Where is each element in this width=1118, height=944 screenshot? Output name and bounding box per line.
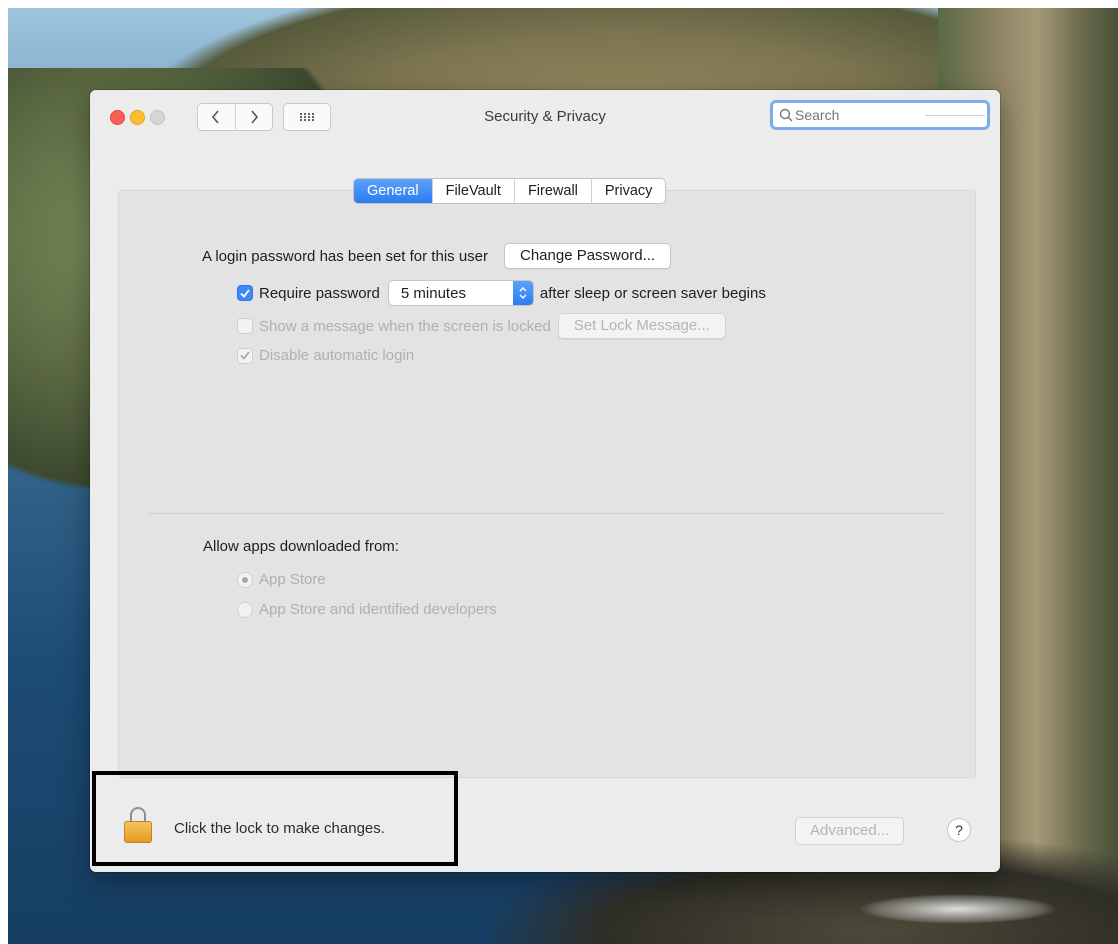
app-store-radio[interactable] [237, 571, 253, 588]
allow-apps-heading: Allow apps downloaded from: [203, 538, 399, 555]
app-store-label: App Store [259, 571, 326, 588]
password-interval-value: 5 minutes [400, 284, 466, 302]
tab-bar: General FileVault Firewall Privacy [353, 178, 667, 204]
popup-arrows-icon [512, 281, 533, 305]
tab-general[interactable]: General [354, 179, 432, 203]
checkmark-icon [240, 288, 250, 298]
tab-filevault[interactable]: FileVault [431, 179, 514, 203]
title-bar: Security & Privacy [90, 90, 1000, 142]
wallpaper-surf [858, 894, 1058, 924]
disable-auto-login-row: Disable automatic login [237, 347, 414, 364]
search-field[interactable] [770, 100, 990, 130]
advanced-button[interactable]: Advanced... [795, 817, 905, 845]
security-privacy-window: Security & Privacy General FileVault Fir… [90, 90, 1000, 872]
allow-app-store-row: App Store [237, 571, 326, 588]
tab-privacy[interactable]: Privacy [590, 179, 666, 203]
general-panel: A login password has been set for this u… [118, 190, 976, 778]
help-button[interactable]: ? [947, 818, 971, 842]
search-field-divider [925, 114, 985, 116]
disable-auto-login-checkbox[interactable] [237, 347, 253, 364]
require-password-label: Require password [259, 284, 380, 302]
require-password-suffix: after sleep or screen saver begins [539, 284, 766, 302]
highlight-rectangle [92, 771, 458, 866]
radio-selected-dot [242, 576, 248, 583]
search-input[interactable] [793, 107, 915, 123]
password-interval-popup[interactable]: 5 minutes [387, 280, 534, 306]
show-message-checkbox[interactable] [237, 318, 253, 334]
login-password-row: A login password has been set for this u… [202, 243, 672, 269]
allow-identified-row: App Store and identified developers [237, 601, 497, 618]
set-lock-message-button[interactable]: Set Lock Message... [557, 313, 726, 339]
allow-apps-heading-text: Allow apps downloaded from: [203, 538, 399, 555]
show-message-label: Show a message when the screen is locked [259, 317, 551, 335]
checkmark-icon [240, 351, 250, 360]
disable-auto-login-label: Disable automatic login [259, 347, 415, 364]
tab-firewall[interactable]: Firewall [513, 179, 591, 203]
identified-developers-radio[interactable] [237, 601, 253, 618]
require-password-row: Require password 5 minutes after sleep o… [237, 280, 766, 306]
identified-developers-label: App Store and identified developers [259, 601, 497, 618]
change-password-button[interactable]: Change Password... [504, 243, 672, 269]
login-password-text: A login password has been set for this u… [202, 247, 488, 265]
require-password-checkbox[interactable] [237, 285, 253, 301]
section-divider [148, 513, 944, 514]
show-message-row: Show a message when the screen is locked… [237, 313, 726, 339]
search-icon [779, 108, 793, 122]
